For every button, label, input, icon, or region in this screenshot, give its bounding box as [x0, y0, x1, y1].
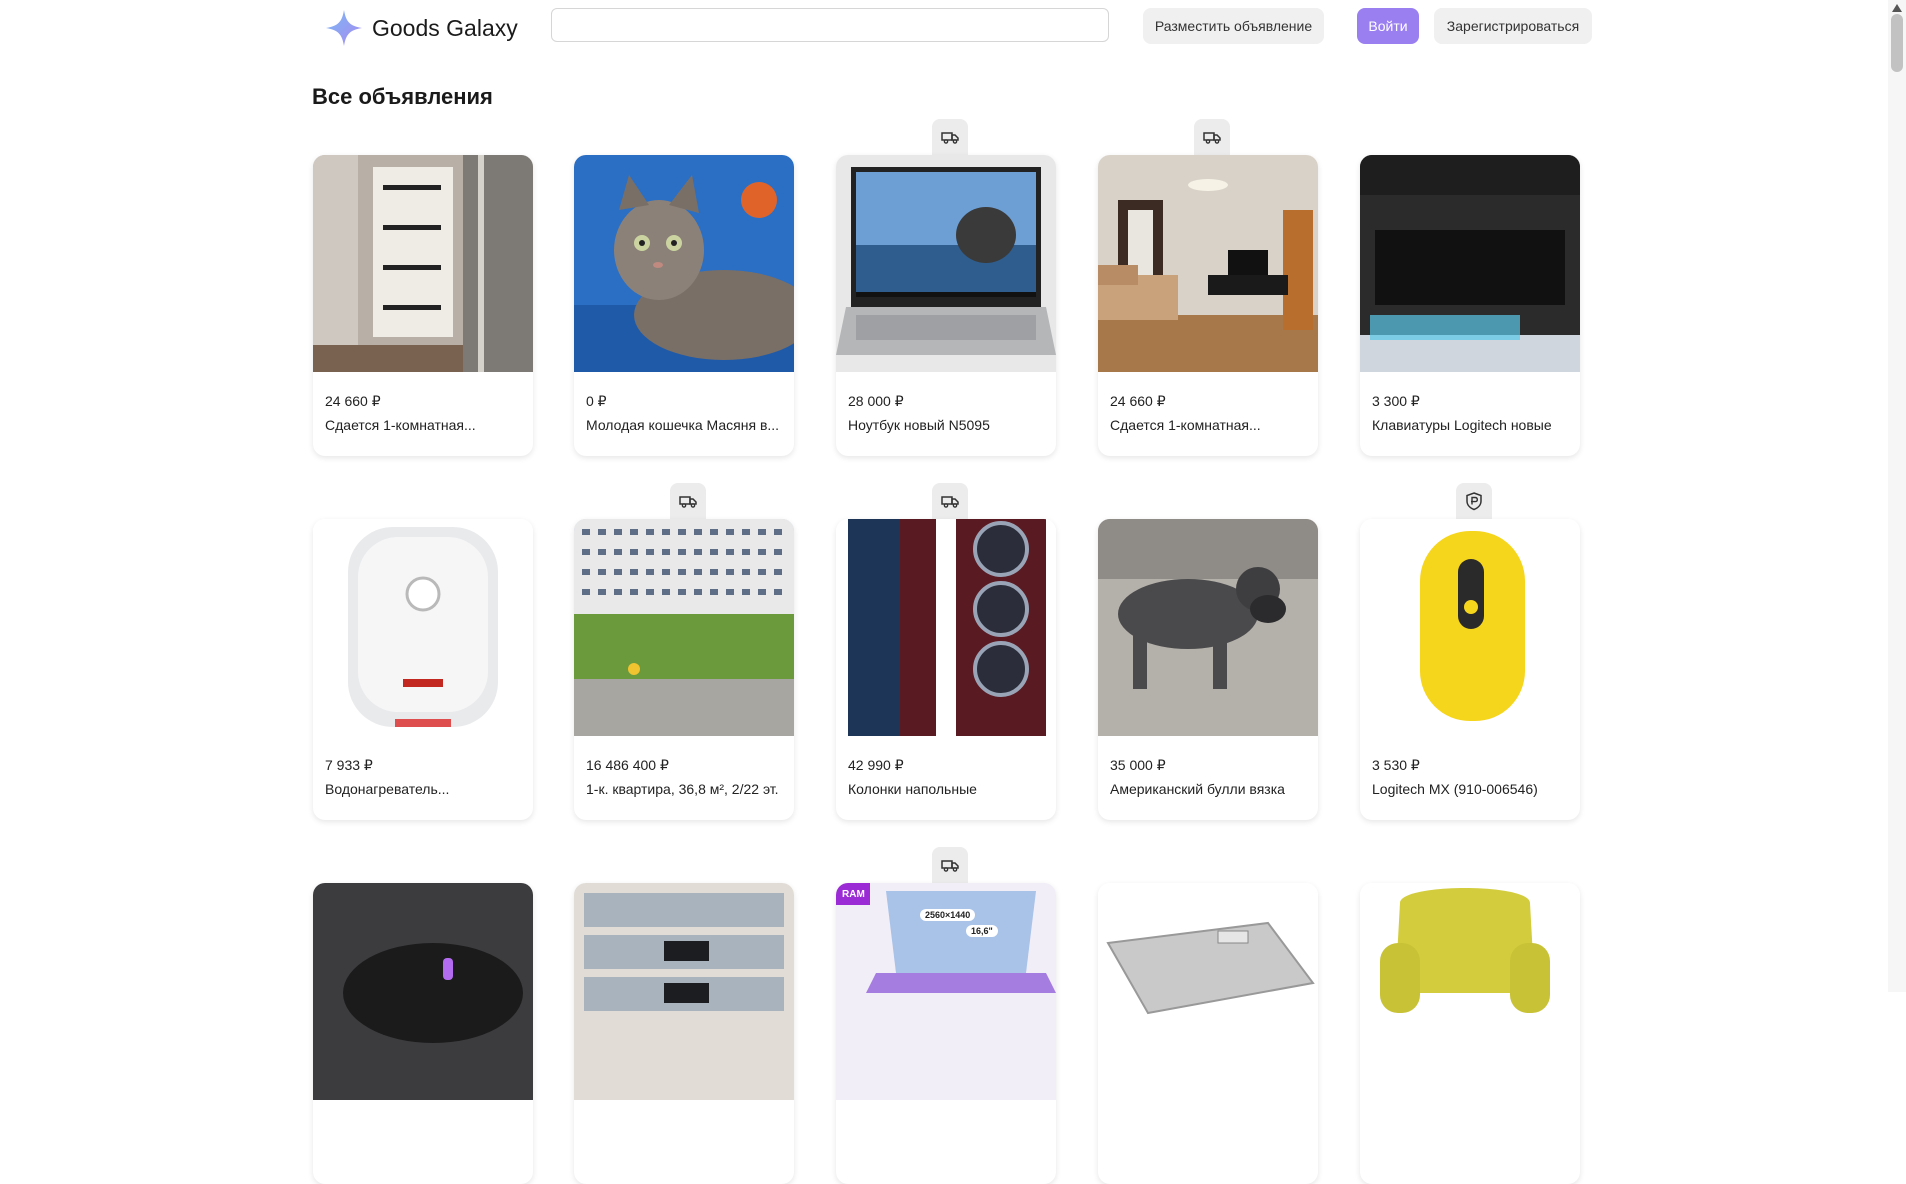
login-button[interactable]: Войти [1357, 8, 1419, 44]
water-heater-photo [313, 519, 533, 736]
listing-price: 3 300 ₽ [1372, 393, 1420, 409]
delivery-badge [932, 847, 968, 883]
ruble-shield-icon [1466, 492, 1482, 511]
living-room-photo [1098, 155, 1318, 372]
listing-card[interactable]: 16 486 400 ₽ 1-к. квартира, 36,8 м², 2/2… [574, 519, 794, 820]
logo-star-icon [326, 10, 362, 46]
listing-card[interactable] [1360, 883, 1580, 1184]
listing-price: 7 933 ₽ [325, 757, 373, 773]
listing-card[interactable]: RAM 2560×1440 16,6" [836, 883, 1056, 1184]
scrollbar[interactable] [1888, 0, 1906, 992]
header: Goods Galaxy Разместить объявление Войти… [0, 0, 1906, 52]
truck-icon [941, 860, 959, 872]
ram-badge-label: RAM [842, 889, 865, 900]
listing-title: Молодая кошечка Масяня в... [586, 417, 780, 433]
logo-text: Goods Galaxy [372, 14, 518, 41]
listing-card[interactable]: 3 300 ₽ Клавиатуры Logitech новые [1360, 155, 1580, 456]
search-input[interactable] [551, 8, 1109, 42]
listing-card[interactable] [1098, 883, 1318, 1184]
truck-icon [1203, 132, 1221, 144]
listing-title: Водонагреватель... [325, 781, 450, 797]
dog-photo [1098, 519, 1318, 736]
listing-card[interactable]: 3 530 ₽ Logitech MX (910-006546) [1360, 519, 1580, 820]
listing-title: Ноутбук новый N5095 [848, 417, 990, 433]
listing-title: Сдается 1-комнатная... [325, 417, 476, 433]
listing-price: 28 000 ₽ [848, 393, 904, 409]
truck-icon [941, 496, 959, 508]
delivery-badge [932, 119, 968, 155]
listing-price: 3 530 ₽ [1372, 757, 1420, 773]
listing-card[interactable]: 24 660 ₽ Сдается 1-комнатная... [313, 155, 533, 456]
listing-card[interactable]: 28 000 ₽ Ноутбук новый N5095 [836, 155, 1056, 456]
logo[interactable]: Goods Galaxy [324, 8, 518, 48]
page-title: Все объявления [312, 84, 493, 109]
delivery-badge [670, 483, 706, 519]
listing-price: 24 660 ₽ [1110, 393, 1166, 409]
listing-card[interactable]: 0 ₽ Молодая кошечка Масяня в... [574, 155, 794, 456]
speakers-photo [836, 519, 1056, 736]
scrollbar-thumb[interactable] [1891, 14, 1903, 72]
listing-card[interactable]: 24 660 ₽ Сдается 1-комнатная... [1098, 155, 1318, 456]
listing-price: 0 ₽ [586, 393, 607, 409]
listing-title: Американский булли вязка [1110, 781, 1285, 797]
listing-title: Сдается 1-комнатная... [1110, 417, 1261, 433]
listing-price: 35 000 ₽ [1110, 757, 1166, 773]
listing-price: 24 660 ₽ [325, 393, 381, 409]
listing-title: Logitech MX (910-006546) [1372, 781, 1538, 797]
scroll-up-arrow-icon[interactable] [1892, 4, 1902, 12]
listing-price: 42 990 ₽ [848, 757, 904, 773]
place-ad-button[interactable]: Разместить объявление [1143, 8, 1324, 44]
door-photo [313, 155, 533, 372]
listing-title: Клавиатуры Logitech новые [1372, 417, 1552, 433]
truck-icon [679, 496, 697, 508]
resolution-label: 2560×1440 [920, 909, 976, 921]
register-button[interactable]: Зарегистрироваться [1434, 8, 1592, 44]
screen-size-label: 16,6" [966, 925, 998, 937]
mouse-photo [1360, 519, 1580, 736]
listing-card[interactable] [313, 883, 533, 1184]
listing-card[interactable]: 35 000 ₽ Американский булли вязка [1098, 519, 1318, 820]
truck-icon [941, 132, 959, 144]
listing-card[interactable]: 7 933 ₽ Водонагреватель... [313, 519, 533, 820]
cat-photo [574, 155, 794, 372]
ruble-badge [1456, 483, 1492, 519]
keyboard-photo [1360, 155, 1580, 372]
listing-price: 16 486 400 ₽ [586, 757, 669, 773]
building-photo [574, 519, 794, 736]
listing-title: Колонки напольные [848, 781, 977, 797]
delivery-badge [1194, 119, 1230, 155]
listing-card[interactable] [574, 883, 794, 1184]
delivery-badge [932, 483, 968, 519]
listing-card[interactable]: 42 990 ₽ Колонки напольные [836, 519, 1056, 820]
laptop-photo [836, 155, 1056, 372]
listing-title: 1-к. квартира, 36,8 м², 2/22 эт. [586, 781, 779, 797]
